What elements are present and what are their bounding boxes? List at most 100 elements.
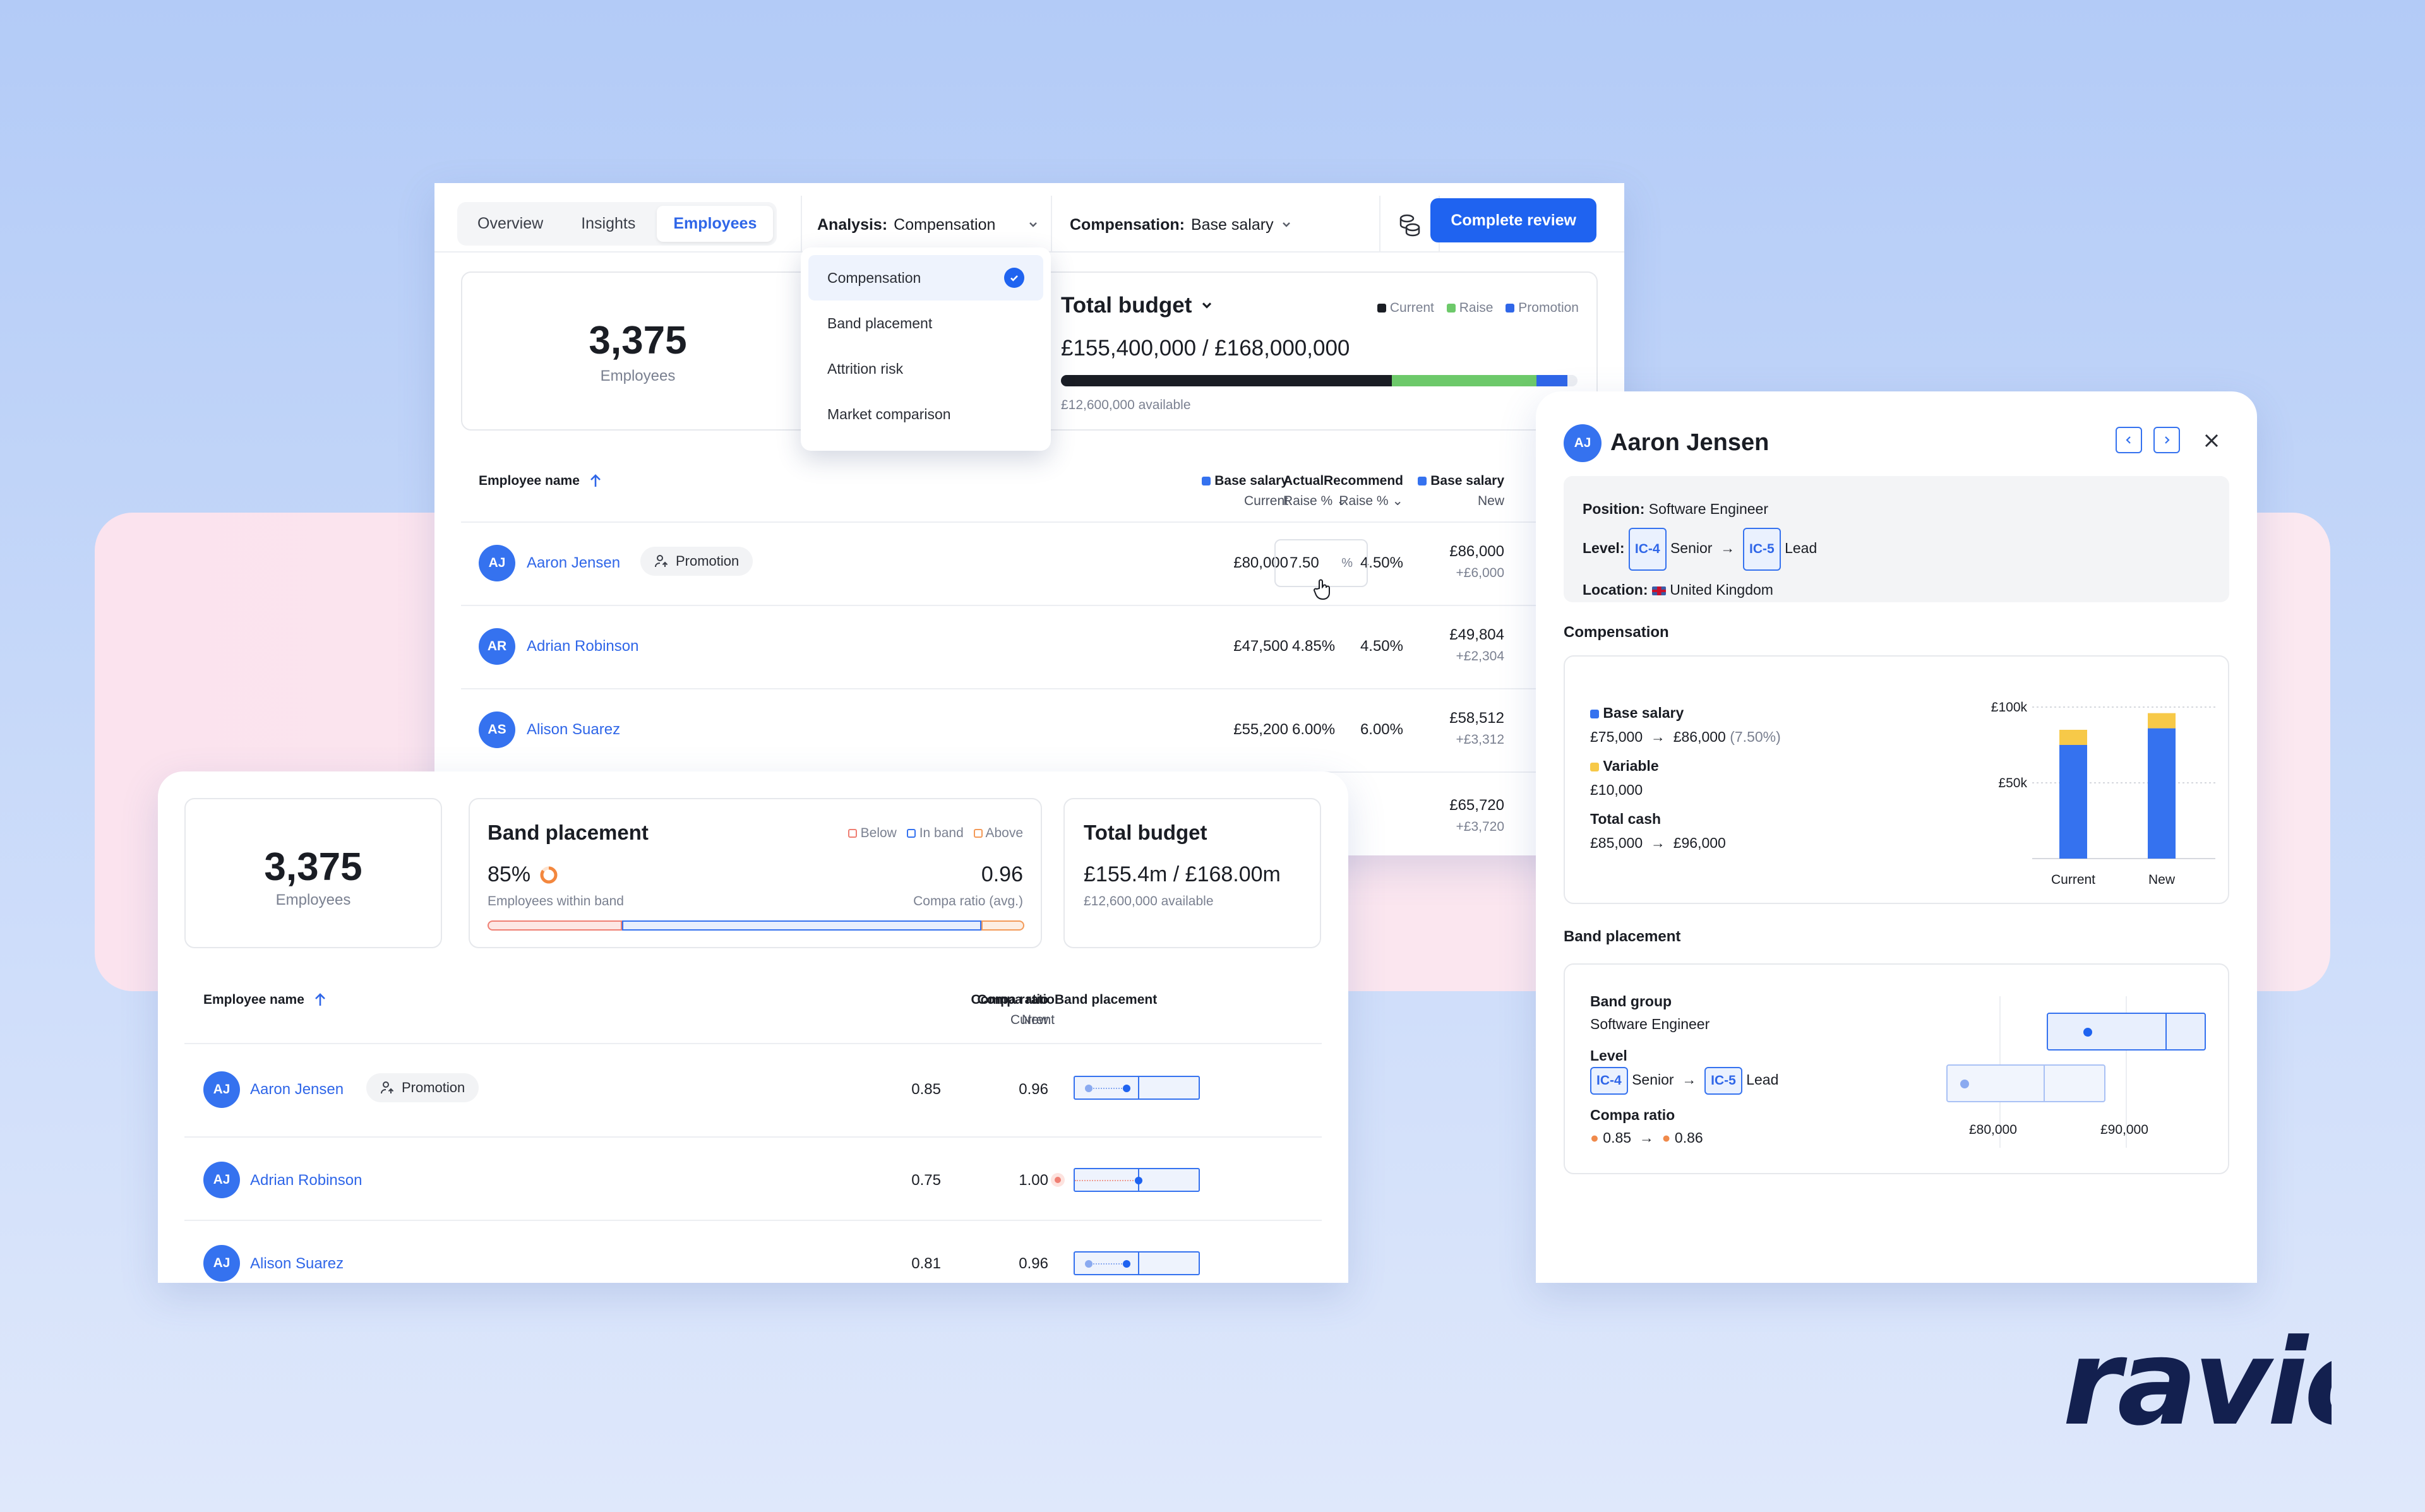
employee-name-link[interactable]: Alison Suarez <box>250 1255 344 1273</box>
column-base-salary-current[interactable]: Base salary Current <box>1202 471 1288 511</box>
coins-button[interactable] <box>1389 205 1430 245</box>
budget-amount: £155.4m / £168.00m <box>1084 862 1281 886</box>
total-budget-card: Total budget £155.4m / £168.00m £12,600,… <box>1063 798 1321 948</box>
current-band-range <box>1946 1064 2105 1102</box>
menu-item-compensation[interactable]: Compensation <box>808 255 1043 301</box>
compensation-bar-chart: £100k £50k Current New <box>1991 700 2215 887</box>
table-row[interactable]: AR Adrian Robinson £47,500 4.50% 4.85% £… <box>434 605 1624 688</box>
avatar: AJ <box>203 1162 240 1198</box>
level-change: IC-4 Senior → IC-5 Lead <box>1590 1067 1778 1095</box>
table-row[interactable]: AJ Alison Suarez 0.81 0.96 <box>158 1220 1348 1283</box>
compa-ratio-label: Compa ratio (avg.) <box>913 894 1023 908</box>
column-base-salary-new[interactable]: Base salary New <box>1418 471 1504 511</box>
employees-count: 3,375 <box>589 319 687 362</box>
budget-amount: £155,400,000 / £168,000,000 <box>1061 336 1350 360</box>
compensation-box: Base salary £75,000 → £86,000 (7.50%) Va… <box>1564 655 2229 904</box>
table-row[interactable]: AJ Aaron Jensen Promotion 0.85 0.96 <box>158 1043 1348 1136</box>
column-employee-name[interactable]: Employee name <box>203 990 327 1010</box>
band-legend: Below In band Above <box>847 826 1023 841</box>
total-cash-change: £85,000 → £96,000 <box>1590 835 1726 851</box>
x-tick-label: Current <box>2051 872 2095 887</box>
chevron-left-icon <box>2126 436 2131 444</box>
employees-count: 3,375 <box>264 845 362 889</box>
band-details: Band group Software Engineer Level IC-4 … <box>1590 990 1778 1149</box>
legend-promotion: Promotion <box>1506 301 1579 316</box>
tab-insights[interactable]: Insights <box>565 206 652 242</box>
donut-progress-icon <box>540 866 558 883</box>
budget-title[interactable]: Total budget <box>1061 293 1214 318</box>
analysis-value: Compensation <box>894 215 996 234</box>
tab-overview[interactable]: Overview <box>461 206 560 242</box>
top-toolbar: Overview Insights Employees Analysis: Co… <box>434 183 1624 253</box>
complete-review-button[interactable]: Complete review <box>1430 198 1596 242</box>
analysis-selector[interactable]: Analysis: Compensation <box>801 202 1056 247</box>
next-employee-button[interactable] <box>2153 427 2180 453</box>
table-row[interactable]: AJ Aaron Jensen Promotion £80,000 4.50% … <box>434 521 1624 605</box>
band-placement-stat-card: Band placement Below In band Above 85% 0… <box>469 798 1042 948</box>
legend-below: Below <box>847 826 897 841</box>
salary-delta: +£3,312 <box>1456 732 1505 747</box>
bar-variable-new <box>2148 713 2176 729</box>
y-tick-label: £50k <box>1998 776 2027 790</box>
coins-icon <box>1399 214 1420 237</box>
compensation-section-title: Compensation <box>1564 624 1669 641</box>
base-salary-change: £75,000 → £86,000 (7.50%) <box>1590 729 1781 745</box>
band-placement-card: 3,375 Employees Band placement Below In … <box>158 771 1348 1283</box>
close-button[interactable] <box>2199 428 2224 453</box>
variable-value: £10,000 <box>1590 782 1643 798</box>
toolbar-divider <box>1379 196 1380 253</box>
chevron-right-icon <box>2165 436 2170 444</box>
bar-base-salary-current <box>2059 745 2087 859</box>
legend-current: Current <box>1377 301 1434 316</box>
employee-name-link[interactable]: Adrian Robinson <box>250 1172 362 1189</box>
chevron-down-icon <box>1282 222 1290 227</box>
employees-label: Employees <box>275 891 351 908</box>
employees-stat-card: 3,375 Employees <box>461 271 815 431</box>
menu-item-band-placement[interactable]: Band placement <box>808 301 1043 346</box>
axis-label: £90,000 <box>2100 1122 2148 1137</box>
sort-up-icon <box>314 992 325 1006</box>
compensation-label: Compensation: <box>1070 215 1185 234</box>
table-row[interactable]: AS Alison Suarez £55,200 6.00% 6.00% £58… <box>434 688 1624 771</box>
sort-up-icon <box>590 473 601 487</box>
avatar: AR <box>479 628 515 665</box>
menu-item-attrition-risk[interactable]: Attrition risk <box>808 346 1043 391</box>
band-position-indicator <box>1074 1168 1200 1192</box>
employee-name-link[interactable]: Aaron Jensen <box>527 554 620 572</box>
person-promotion-icon <box>381 1081 394 1094</box>
within-band-label: Employees within band <box>488 894 624 908</box>
actual-raise: 6.00% <box>1292 721 1336 738</box>
employee-name-link[interactable]: Aaron Jensen <box>250 1081 344 1098</box>
column-compa-ratio-new[interactable]: Compa ratio New <box>935 990 1048 1030</box>
employee-name-link[interactable]: Adrian Robinson <box>527 638 638 655</box>
uk-flag-icon <box>1651 586 1666 595</box>
check-icon <box>1004 268 1024 288</box>
new-salary: £58,512 <box>1449 710 1504 727</box>
table-row[interactable]: AJ Adrian Robinson 0.75 1.00 <box>158 1136 1348 1220</box>
avatar: AJ <box>203 1071 240 1108</box>
budget-progress-bar <box>1061 375 1578 386</box>
employee-name-link[interactable]: Alison Suarez <box>527 721 620 739</box>
budget-title: Total budget <box>1084 821 1207 844</box>
previous-employee-button[interactable] <box>2116 427 2142 453</box>
menu-item-market-comparison[interactable]: Market comparison <box>808 391 1043 437</box>
band-position-indicator <box>1074 1251 1200 1275</box>
actual-raise: 4.85% <box>1292 638 1336 655</box>
compensation-selector[interactable]: Compensation: Base salary <box>1053 202 1309 247</box>
axis-label: £80,000 <box>1969 1122 2017 1137</box>
band-group-label: Band group <box>1590 993 1672 1009</box>
recommended-raise: 6.00% <box>1360 721 1403 738</box>
column-actual-raise[interactable]: Actual Raise % ⌄ <box>1283 471 1348 511</box>
compa-ratio-label: Compa ratio <box>1590 1107 1675 1123</box>
column-employee-name[interactable]: Employee name <box>479 471 602 491</box>
tab-employees[interactable]: Employees <box>657 206 774 242</box>
budget-available: £12,600,000 available <box>1061 398 1191 412</box>
header-label: Employee name <box>203 992 304 1007</box>
column-band-placement[interactable]: Band placement <box>1055 990 1157 1010</box>
budget-progress-promotion <box>1536 375 1567 386</box>
recommended-raise: 4.50% <box>1360 638 1403 655</box>
bar-base-salary-new <box>2148 728 2176 859</box>
salary-delta: +£6,000 <box>1456 566 1505 580</box>
location-row: Location: United Kingdom <box>1583 581 1773 598</box>
level-tag: IC-5 <box>1743 528 1781 571</box>
